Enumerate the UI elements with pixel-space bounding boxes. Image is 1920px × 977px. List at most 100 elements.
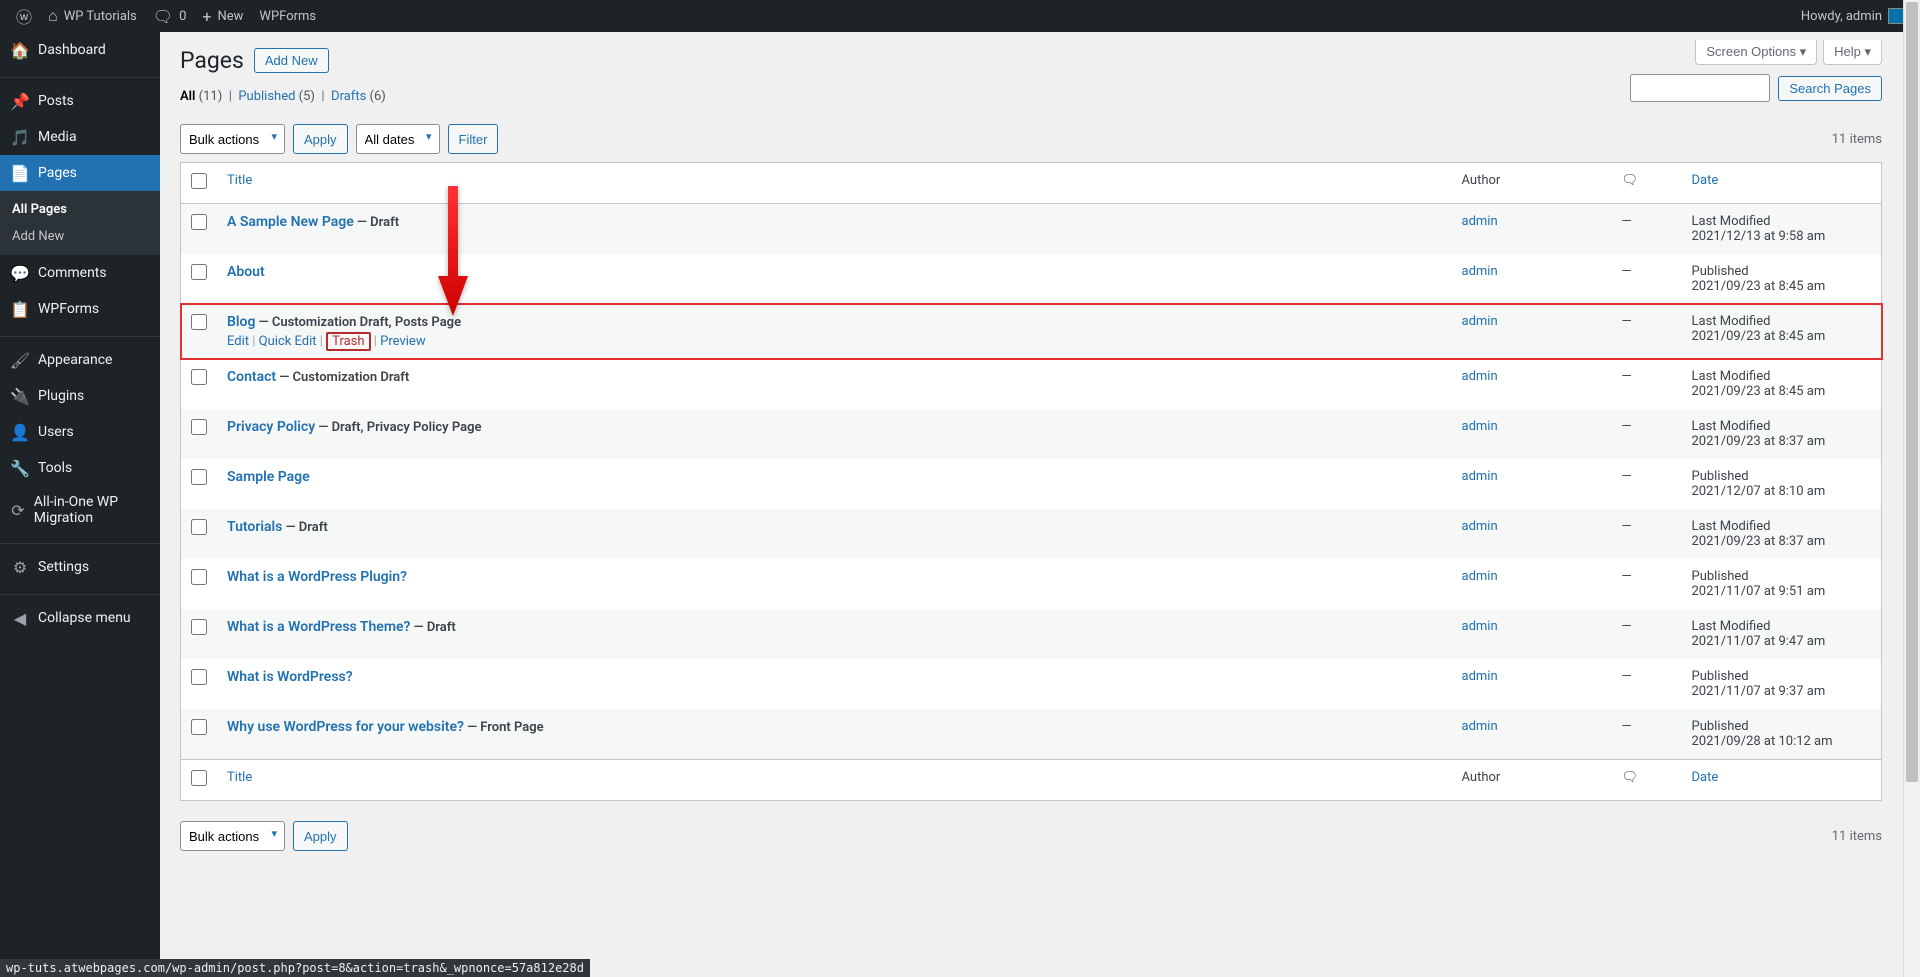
author-link[interactable]: admin — [1462, 619, 1498, 634]
quick-edit-link[interactable]: Quick Edit — [259, 334, 317, 349]
filter-drafts[interactable]: Drafts — [331, 89, 366, 104]
scrollbar-thumb[interactable] — [1906, 2, 1918, 782]
author-link[interactable]: admin — [1462, 719, 1498, 734]
sidebar-sub-all-pages[interactable]: All Pages — [0, 196, 160, 223]
search-button[interactable]: Search Pages — [1778, 76, 1882, 101]
select-all-checkbox[interactable] — [191, 173, 207, 189]
author-link[interactable]: admin — [1462, 214, 1498, 229]
page-title-link[interactable]: Tutorials — [227, 519, 282, 535]
page-title-link[interactable]: What is WordPress? — [227, 669, 353, 685]
page-title-link[interactable]: Blog — [227, 314, 255, 330]
comments-column-icon-bottom[interactable]: 🗨 — [1622, 770, 1639, 785]
dates-select[interactable]: All dates — [356, 124, 440, 154]
row-checkbox[interactable] — [191, 619, 207, 635]
sidebar-item-users[interactable]: 👤Users — [0, 414, 160, 450]
row-checkbox[interactable] — [191, 569, 207, 585]
sidebar-sub-add-new[interactable]: Add New — [0, 223, 160, 250]
page-title-link[interactable]: Why use WordPress for your website? — [227, 719, 464, 735]
page-title-link[interactable]: A Sample New Page — [227, 214, 354, 230]
sidebar-item-plugins[interactable]: 🔌Plugins — [0, 378, 160, 414]
col-title-sort-bottom[interactable]: Title — [227, 770, 252, 785]
row-checkbox[interactable] — [191, 519, 207, 535]
row-checkbox[interactable] — [191, 214, 207, 230]
col-title-sort[interactable]: Title — [227, 173, 252, 188]
comments-link[interactable]: 🗨0 — [145, 0, 195, 32]
page-title-link[interactable]: Contact — [227, 369, 276, 385]
drafts-count: (6) — [370, 89, 386, 104]
sidebar-item-settings[interactable]: ⚙Settings — [0, 549, 160, 585]
filter-button[interactable]: Filter — [448, 124, 499, 154]
browser-status-url: wp-tuts.atwebpages.com/wp-admin/post.php… — [0, 959, 590, 977]
wp-logo[interactable]: ⓦ — [8, 0, 40, 32]
edit-link[interactable]: Edit — [227, 334, 249, 349]
row-checkbox[interactable] — [191, 369, 207, 385]
page-title-link[interactable]: Privacy Policy — [227, 419, 315, 435]
row-checkbox[interactable] — [191, 419, 207, 435]
page-title-link[interactable]: What is a WordPress Theme? — [227, 619, 410, 635]
author-link[interactable]: admin — [1462, 469, 1498, 484]
table-row: Why use WordPress for your website? — Fr… — [181, 709, 1882, 760]
sidebar-item-comments[interactable]: 💬Comments — [0, 255, 160, 291]
author-link[interactable]: admin — [1462, 314, 1498, 329]
site-name-label: WP Tutorials — [64, 9, 137, 24]
author-link[interactable]: admin — [1462, 419, 1498, 434]
page-title: Pages — [180, 47, 244, 74]
sidebar-item-tools[interactable]: 🔧Tools — [0, 450, 160, 486]
apply-button-bottom[interactable]: Apply — [293, 821, 348, 851]
howdy-label: Howdy, admin — [1801, 9, 1882, 24]
author-link[interactable]: admin — [1462, 569, 1498, 584]
row-checkbox[interactable] — [191, 469, 207, 485]
sidebar-item-media[interactable]: 🎵Media — [0, 119, 160, 155]
date-cell: Published2021/11/07 at 9:51 am — [1682, 559, 1882, 609]
comments-column-icon[interactable]: 🗨 — [1622, 173, 1639, 188]
wpforms-link[interactable]: WPForms — [251, 0, 324, 32]
row-checkbox[interactable] — [191, 264, 207, 280]
apply-button[interactable]: Apply — [293, 124, 348, 154]
post-state: — Customization Draft — [276, 370, 409, 385]
account-link[interactable]: Howdy, admin — [1793, 0, 1912, 32]
table-row: About admin — Published2021/09/23 at 8:4… — [181, 254, 1882, 304]
bulk-actions-select[interactable]: Bulk actions — [180, 124, 285, 154]
trash-link[interactable]: Trash — [332, 334, 364, 349]
row-checkbox[interactable] — [191, 719, 207, 735]
scrollbar-track[interactable] — [1903, 0, 1920, 977]
sidebar-item-label: Comments — [38, 265, 107, 281]
table-row: Blog — Customization Draft, Posts Page E… — [181, 304, 1882, 359]
sidebar-item-appearance[interactable]: 🖌Appearance — [0, 342, 160, 378]
page-title-link[interactable]: What is a WordPress Plugin? — [227, 569, 407, 585]
sidebar-item-pages[interactable]: 📄Pages — [0, 155, 160, 191]
add-new-button[interactable]: Add New — [254, 48, 329, 73]
sidebar-item-migration[interactable]: ⟳All-in-One WP Migration — [0, 486, 160, 534]
screen-options-button[interactable]: Screen Options ▾ — [1695, 40, 1817, 65]
author-link[interactable]: admin — [1462, 264, 1498, 279]
col-date-sort-bottom[interactable]: Date — [1692, 770, 1719, 785]
sidebar-item-collapse[interactable]: ◀Collapse menu — [0, 600, 160, 636]
preview-link[interactable]: Preview — [380, 334, 425, 349]
help-button[interactable]: Help ▾ — [1823, 40, 1882, 65]
select-all-checkbox-bottom[interactable] — [191, 770, 207, 786]
sidebar-item-wpforms[interactable]: 📋WPForms — [0, 291, 160, 327]
new-link[interactable]: +New — [194, 0, 251, 32]
sidebar-item-label: All-in-One WP Migration — [34, 494, 150, 526]
screen-options-label: Screen Options — [1706, 44, 1796, 59]
bulk-actions-select-bottom[interactable]: Bulk actions — [180, 821, 285, 851]
site-name-link[interactable]: ⌂WP Tutorials — [40, 0, 145, 32]
col-date-sort[interactable]: Date — [1692, 173, 1719, 188]
sidebar-item-dashboard[interactable]: 🏠Dashboard — [0, 32, 160, 68]
search-input[interactable] — [1630, 74, 1770, 102]
filter-all[interactable]: All — [180, 89, 195, 104]
author-link[interactable]: admin — [1462, 519, 1498, 534]
date-cell: Published2021/09/23 at 8:45 am — [1682, 254, 1882, 304]
filter-published[interactable]: Published — [238, 89, 295, 104]
page-title-link[interactable]: Sample Page — [227, 469, 310, 485]
author-link[interactable]: admin — [1462, 369, 1498, 384]
page-title-link[interactable]: About — [227, 264, 265, 280]
sidebar-item-posts[interactable]: 📌Posts — [0, 83, 160, 119]
row-checkbox[interactable] — [191, 669, 207, 685]
author-link[interactable]: admin — [1462, 669, 1498, 684]
table-row: Tutorials — Draft admin — Last Modified2… — [181, 509, 1882, 559]
pages-table: Title Author 🗨 Date A Sample New Page — … — [180, 162, 1882, 801]
row-checkbox[interactable] — [191, 314, 207, 330]
post-state: — Front Page — [464, 720, 544, 735]
comments-cell: — — [1612, 254, 1682, 304]
